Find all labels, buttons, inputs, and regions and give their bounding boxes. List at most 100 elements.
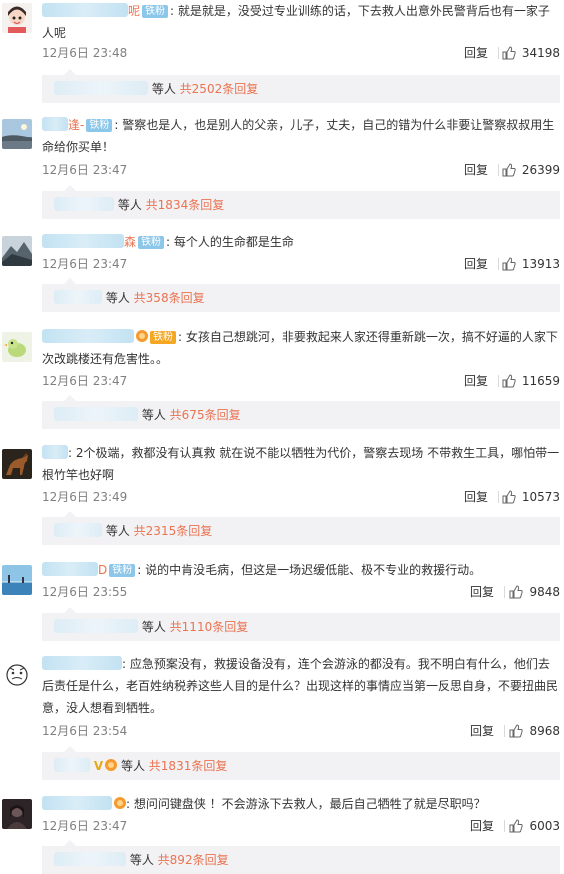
username[interactable] xyxy=(42,442,68,464)
thumbs-up-icon xyxy=(502,490,516,504)
sub-replies[interactable]: 等人 共675条回复 xyxy=(42,395,560,429)
vip-icon xyxy=(136,330,148,342)
comment-time: 12月6日 23:54 xyxy=(42,724,128,738)
fan-badge: 铁粉 xyxy=(142,5,169,18)
sub-replies[interactable]: 等人 共2315条回复 xyxy=(42,511,560,545)
comment-text: 呢铁粉: 就是就是，没受过专业训练的话，下去救人出意外民警背后也有一家子 人呢 xyxy=(42,0,560,44)
comment-time: 12月6日 23:48 xyxy=(42,46,128,60)
like-count: 9848 xyxy=(529,585,560,599)
like-count: 6003 xyxy=(529,819,560,833)
comment-text: : 想问问键盘侠 ！不会游泳下去救人，最后自己牺牲了就是尽职吗？ xyxy=(42,793,560,815)
comment-time: 12月6日 23:47 xyxy=(42,374,128,388)
user-avatar[interactable] xyxy=(2,799,32,829)
like-button[interactable]: 13913 xyxy=(502,255,560,273)
reply-button[interactable]: 回复 xyxy=(464,44,488,62)
user-avatar[interactable] xyxy=(2,236,32,266)
user-avatar[interactable] xyxy=(2,3,32,33)
username[interactable] xyxy=(42,653,122,675)
user-avatar[interactable] xyxy=(2,332,32,362)
fan-badge: 铁粉 xyxy=(150,331,176,344)
reply-button[interactable]: 回复 xyxy=(470,722,494,740)
reply-button[interactable]: 回复 xyxy=(464,372,488,390)
blurred-name xyxy=(54,523,102,537)
more-replies-link[interactable]: 共675条回复 xyxy=(170,408,241,422)
divider xyxy=(504,725,505,737)
like-count: 10573 xyxy=(521,490,560,504)
like-button[interactable]: 26399 xyxy=(502,161,560,179)
blurred-name xyxy=(54,290,102,304)
more-replies-link[interactable]: 共892条回复 xyxy=(158,853,229,867)
reply-button[interactable]: 回复 xyxy=(470,817,494,835)
divider xyxy=(504,586,505,598)
sub-replies[interactable]: 等人 共2502条回复 xyxy=(42,69,560,103)
comment-text: : 2个极端，救都没有认真救 就在说不能以牺牲为代价，警察去现场 不带救生工具，… xyxy=(42,442,560,486)
blurred-name xyxy=(54,852,126,866)
blurred-name xyxy=(54,407,138,421)
user-avatar[interactable] xyxy=(2,119,32,149)
more-replies-link[interactable]: 共1831条回复 xyxy=(149,759,228,773)
comment-text: D 铁粉: 说的中肯没毛病，但这是一场迟缓低能、极不专业的救援行动。 xyxy=(42,559,560,581)
blurred-name xyxy=(54,81,148,95)
divider xyxy=(498,164,499,176)
sub-replies[interactable]: 等人 共358条回复 xyxy=(42,278,560,312)
user-avatar[interactable] xyxy=(2,660,32,690)
thumbs-up-icon xyxy=(509,819,524,833)
fan-badge: 铁粉 xyxy=(109,564,136,577)
like-count: 13913 xyxy=(521,257,560,271)
sub-replies[interactable]: V 等人 共1831条回复 xyxy=(42,746,560,780)
divider xyxy=(498,491,499,503)
like-button[interactable]: 9848 xyxy=(509,583,560,601)
comment-text: 铁粉: 女孩自己想跳河，非要救起来人家还得重新跳一次，搞不好逼的人家下 次改跳楼还… xyxy=(42,326,560,370)
like-button[interactable]: 8968 xyxy=(509,722,560,740)
sub-replies[interactable]: 等人 共1834条回复 xyxy=(42,185,560,219)
comment-text: 森铁粉: 每个人的生命都是生命 xyxy=(42,231,560,253)
user-avatar[interactable] xyxy=(2,565,32,595)
more-replies-link[interactable]: 共1110条回复 xyxy=(170,620,249,634)
like-count: 34198 xyxy=(521,46,560,60)
more-replies-link[interactable]: 共358条回复 xyxy=(134,291,205,305)
divider xyxy=(504,820,505,832)
comment-time: 12月6日 23:55 xyxy=(42,585,128,599)
vip-icon xyxy=(105,759,118,771)
user-avatar[interactable] xyxy=(2,449,32,479)
blurred-name xyxy=(54,197,114,211)
thumbs-up-icon xyxy=(502,374,516,388)
thumbs-up-icon xyxy=(509,724,524,738)
sub-replies[interactable]: 等人 共1110条回复 xyxy=(42,607,560,641)
like-button[interactable]: 6003 xyxy=(509,817,560,835)
username[interactable]: 逢- xyxy=(42,114,84,136)
thumbs-up-icon xyxy=(502,257,516,271)
reply-button[interactable]: 回复 xyxy=(470,583,494,601)
like-button[interactable]: 10573 xyxy=(502,488,560,506)
username[interactable]: 呢 xyxy=(42,0,140,22)
username[interactable] xyxy=(42,326,134,348)
divider xyxy=(498,375,499,387)
more-replies-link[interactable]: 共2315条回复 xyxy=(134,524,213,538)
more-replies-link[interactable]: 共1834条回复 xyxy=(146,198,225,212)
blurred-name xyxy=(54,619,138,633)
comment-text: 逢- 铁粉: 警察也是人，也是别人的父亲，儿子，丈夫，自己的错为什么非要让警察叔叔… xyxy=(42,114,560,158)
thumbs-up-icon xyxy=(509,585,524,599)
username[interactable]: D xyxy=(42,559,107,581)
username[interactable]: 森 xyxy=(42,231,136,253)
divider xyxy=(498,258,499,270)
reply-button[interactable]: 回复 xyxy=(464,255,488,273)
verified-icon: V xyxy=(93,759,104,773)
reply-button[interactable]: 回复 xyxy=(464,161,488,179)
more-replies-link[interactable]: 共2502条回复 xyxy=(180,82,259,96)
like-count: 8968 xyxy=(529,724,560,738)
username[interactable] xyxy=(42,793,112,815)
comment-time: 12月6日 23:49 xyxy=(42,490,128,504)
reply-button[interactable]: 回复 xyxy=(464,488,488,506)
thumbs-up-icon xyxy=(502,46,516,60)
comment-time: 12月6日 23:47 xyxy=(42,819,128,833)
vip-icon xyxy=(114,797,126,809)
sub-replies[interactable]: 等人 共892条回复 xyxy=(42,840,560,874)
like-button[interactable]: 34198 xyxy=(502,44,560,62)
like-count: 11659 xyxy=(521,374,560,388)
thumbs-up-icon xyxy=(502,163,516,177)
like-button[interactable]: 11659 xyxy=(502,372,560,390)
comment-text: : 应急预案没有，救援设备没有，连个会游泳的都没有。我不明白有什么，他们去 后责任… xyxy=(42,653,560,719)
divider xyxy=(498,47,499,59)
fan-badge: 铁粉 xyxy=(138,236,165,249)
